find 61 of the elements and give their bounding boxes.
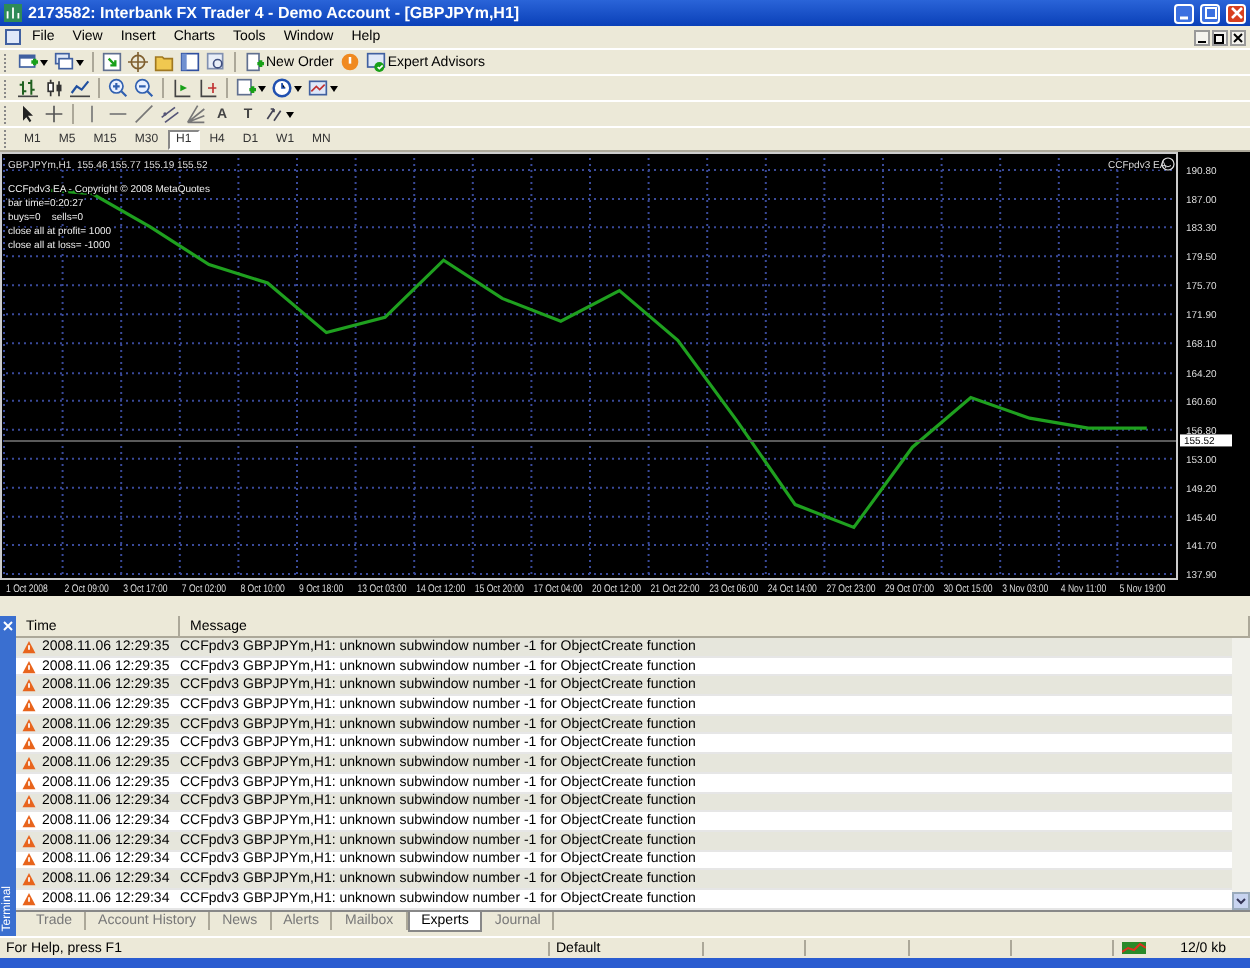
chart-plus-button[interactable] bbox=[16, 51, 50, 73]
chart-shift-icon bbox=[198, 78, 218, 98]
minimize-button[interactable] bbox=[1194, 29, 1210, 45]
caret-icon bbox=[294, 85, 302, 91]
fan-lines-button[interactable] bbox=[184, 103, 208, 125]
autoscroll-button[interactable] bbox=[170, 77, 194, 99]
caret-icon bbox=[258, 85, 266, 91]
window-arrow-button[interactable] bbox=[100, 51, 124, 73]
line-chart-icon bbox=[70, 78, 90, 98]
zoom-in-icon bbox=[108, 78, 128, 98]
close-icon bbox=[1232, 31, 1244, 43]
magnifier-window-icon bbox=[206, 52, 226, 72]
caret-icon bbox=[330, 85, 338, 91]
connection-icon bbox=[1122, 942, 1147, 954]
trend-line-icon bbox=[134, 104, 154, 124]
clock-button[interactable] bbox=[270, 77, 304, 99]
zoom-out-icon bbox=[134, 78, 154, 98]
chart-plus-icon bbox=[18, 52, 38, 72]
crosshair-icon bbox=[44, 104, 64, 124]
restore-button[interactable] bbox=[1212, 29, 1228, 45]
maximize-icon bbox=[1203, 6, 1217, 20]
candlestick-icon bbox=[44, 78, 64, 98]
caret-icon bbox=[40, 59, 48, 65]
windows-button[interactable] bbox=[52, 51, 86, 73]
crosshair-button[interactable] bbox=[42, 103, 66, 125]
zoom-out-button[interactable] bbox=[132, 77, 156, 99]
bar-chart-button[interactable] bbox=[16, 77, 40, 99]
scrollbar[interactable] bbox=[1232, 638, 1250, 910]
window-title: 2173582: Interbank FX Trader 4 - Demo Account - [GBPJPYm,H1] bbox=[28, 4, 522, 22]
indicator-plus-button[interactable] bbox=[234, 77, 268, 99]
maximize-button[interactable] bbox=[1200, 3, 1220, 23]
close-button[interactable] bbox=[1230, 29, 1246, 45]
caret-icon bbox=[76, 59, 84, 65]
panel-button[interactable] bbox=[178, 51, 202, 73]
power-icon bbox=[339, 52, 360, 72]
folder-icon bbox=[154, 52, 174, 72]
scroll-down-icon[interactable] bbox=[1232, 892, 1250, 910]
zoom-in-button[interactable] bbox=[106, 77, 130, 99]
compass-button[interactable] bbox=[126, 51, 150, 73]
template-button[interactable] bbox=[306, 77, 340, 99]
channel-button[interactable] bbox=[158, 103, 182, 125]
document-icon[interactable] bbox=[4, 28, 22, 46]
caret-icon bbox=[286, 111, 294, 117]
template-icon bbox=[308, 78, 328, 98]
chart-shift-button[interactable] bbox=[196, 77, 220, 99]
channel-icon bbox=[160, 104, 180, 124]
restore-icon bbox=[1214, 31, 1226, 43]
close-icon bbox=[1229, 6, 1243, 20]
autoscroll-icon bbox=[172, 78, 192, 98]
fan-lines-icon bbox=[186, 104, 206, 124]
compass-icon bbox=[128, 52, 148, 72]
magnifier-window-button[interactable] bbox=[204, 51, 228, 73]
bar-chart-icon bbox=[18, 78, 38, 98]
cursor-icon bbox=[18, 104, 38, 124]
line-chart-button[interactable] bbox=[68, 77, 92, 99]
close-icon[interactable] bbox=[2, 620, 14, 632]
app-icon bbox=[4, 4, 22, 22]
trend-line-button[interactable] bbox=[132, 103, 156, 125]
candlestick-button[interactable] bbox=[42, 77, 66, 99]
arrows-icon bbox=[264, 104, 284, 124]
arrows-button[interactable] bbox=[262, 103, 296, 125]
